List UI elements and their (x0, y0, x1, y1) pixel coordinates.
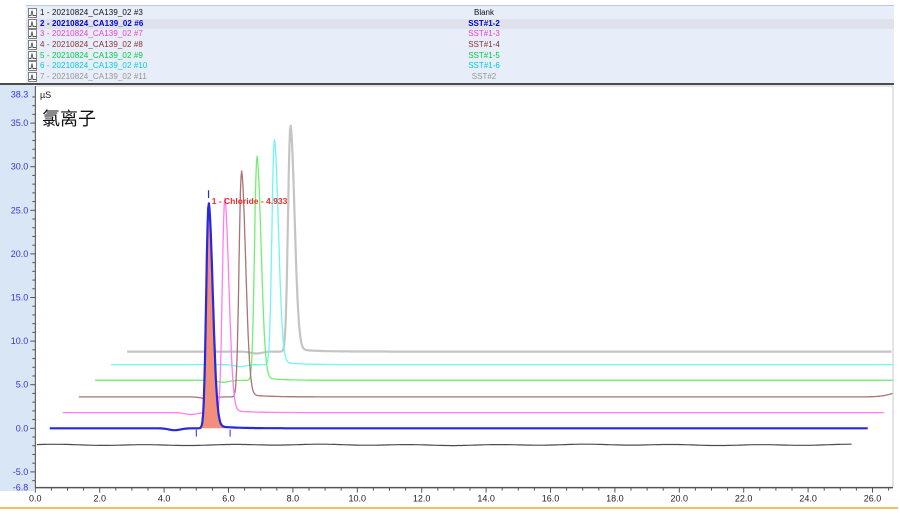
y-tick-label: 15.0 (11, 293, 29, 303)
x-tick-label: 8.0 (287, 494, 300, 504)
injection-sst-label: SST#1-5 (416, 51, 552, 61)
x-tick-label: 14.0 (477, 494, 495, 504)
x-tick-label: 16.0 (542, 494, 560, 504)
peak-annotation: 1 - Chloride - 4.933 (212, 196, 288, 206)
injection-sst-label: SST#1-2 (416, 19, 552, 29)
injection-name: 5 - 20210824_CA139_02 #9 (40, 51, 143, 61)
x-tick-label: 10.0 (349, 494, 367, 504)
chart-title: 氯离子 (42, 109, 96, 129)
y-tick-label: -5.0 (13, 467, 29, 477)
y-unit-label: µS (40, 90, 51, 100)
injection-name: 3 - 20210824_CA139_02 #7 (40, 29, 143, 39)
y-tick-label: 10.0 (11, 336, 29, 346)
y-min-label: -6.8 (13, 483, 29, 493)
y-tick-label: 30.0 (11, 162, 29, 172)
x-tick-label: 18.0 (606, 494, 624, 504)
chromatography-overlay-window: 1 - 20210824_CA139_02 #3 Blank 2 - 20210… (0, 0, 900, 517)
chromatogram-icon (28, 61, 37, 71)
y-tick-label: 25.0 (11, 205, 29, 215)
x-tick-label: 12.0 (413, 494, 431, 504)
injection-name: 7 - 20210824_CA139_02 #11 (40, 72, 147, 82)
chromatogram-icon (28, 8, 37, 18)
injection-legend-row[interactable]: 7 - 20210824_CA139_02 #11 SST#2 (26, 72, 894, 83)
chromatogram-icon (28, 72, 37, 82)
injection-sst-label: SST#1-3 (416, 29, 552, 39)
injection-legend-row[interactable]: 6 - 20210824_CA139_02 #10 SST#1-6 (26, 61, 894, 72)
injection-legend-panel: 1 - 20210824_CA139_02 #3 Blank 2 - 20210… (26, 5, 894, 83)
injection-sst-label: SST#2 (416, 72, 552, 82)
x-tick-label: 24.0 (799, 494, 817, 504)
chromatogram-icon (28, 40, 37, 50)
y-tick-label: 20.0 (11, 249, 29, 259)
x-tick-label: 22.0 (735, 494, 753, 504)
injection-legend-row[interactable]: 3 - 20210824_CA139_02 #7 SST#1-3 (26, 29, 894, 40)
injection-name: 1 - 20210824_CA139_02 #3 (40, 8, 143, 18)
x-tick-label: 4.0 (158, 494, 171, 504)
x-tick-label: 26.0 (864, 494, 882, 504)
injection-sst-label: SST#1-6 (416, 61, 552, 71)
chromatogram-plot[interactable]: -5.0 0.0 5.0 10.0 15.0 20.0 25.0 30.0 35.0 38.3 -6… (0, 85, 900, 517)
chromatogram-icon (28, 51, 37, 61)
y-tick-label: 5.0 (16, 380, 29, 390)
injection-legend-row[interactable]: 4 - 20210824_CA139_02 #8 SST#1-4 (26, 40, 894, 51)
injection-name: 6 - 20210824_CA139_02 #10 (40, 61, 147, 71)
x-tick-label: 2.0 (93, 494, 106, 504)
injection-sst-label: Blank (416, 8, 552, 18)
injection-legend-row[interactable]: 5 - 20210824_CA139_02 #9 SST#1-5 (26, 50, 894, 61)
y-tick-label: 35.0 (11, 118, 29, 128)
injection-legend-row[interactable]: 1 - 20210824_CA139_02 #3 Blank (26, 8, 894, 19)
injection-legend-row[interactable]: 2 - 20210824_CA139_02 #6 SST#1-2 (26, 19, 894, 30)
injection-sst-label: SST#1-4 (416, 40, 552, 50)
y-max-label: 38.3 (11, 89, 29, 99)
chromatogram-icon (28, 19, 37, 29)
y-tick-label: 0.0 (16, 423, 29, 433)
injection-name: 4 - 20210824_CA139_02 #8 (40, 40, 143, 50)
x-tick-label: 0.0 (29, 494, 42, 504)
x-tick-label: 20.0 (671, 494, 689, 504)
x-tick-label: 6.0 (222, 494, 235, 504)
chromatogram-icon (28, 29, 37, 39)
injection-name: 2 - 20210824_CA139_02 #6 (40, 19, 143, 29)
